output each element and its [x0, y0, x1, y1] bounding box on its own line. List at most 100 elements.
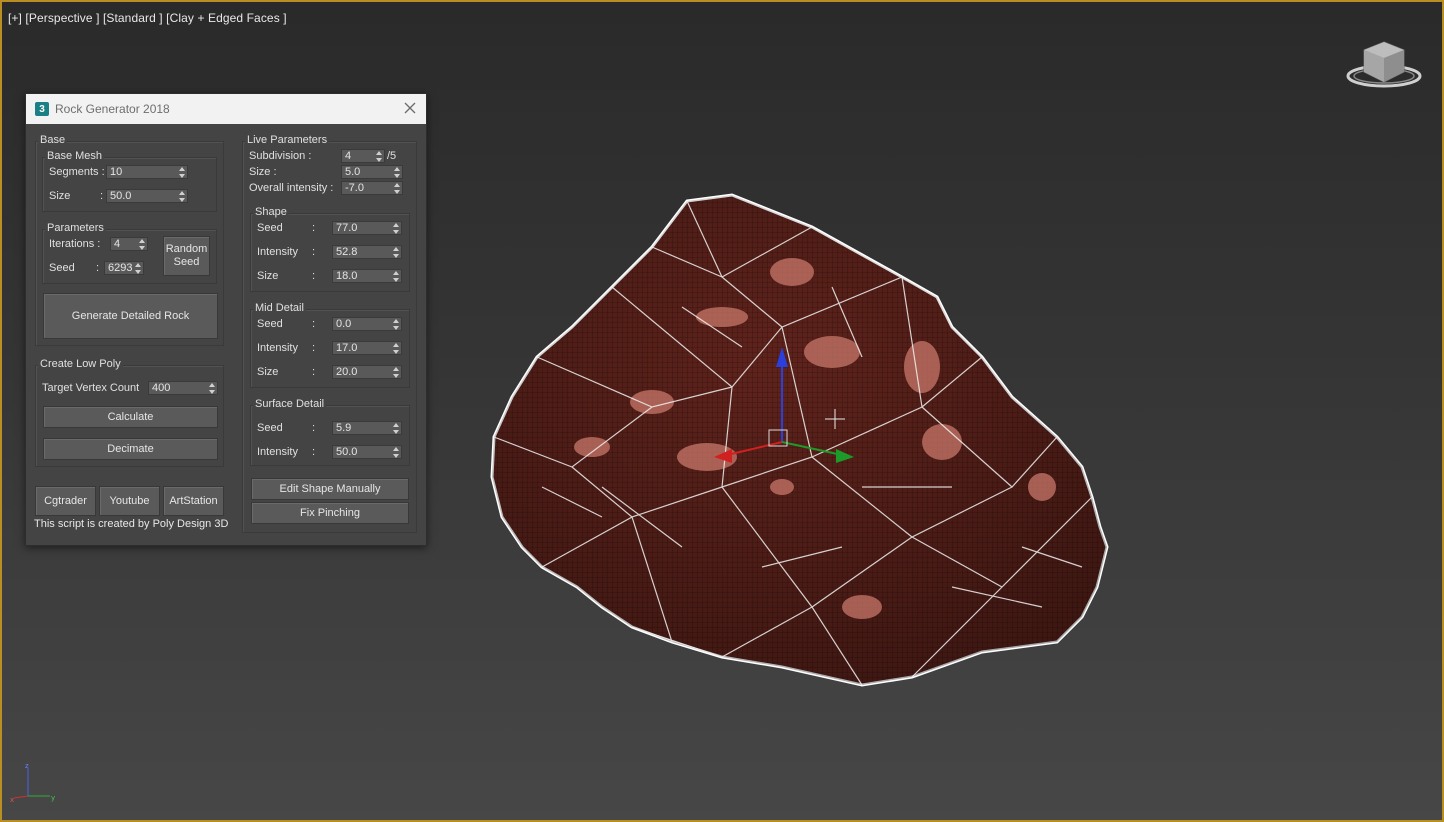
live-size-value: 5.0: [345, 166, 361, 178]
viewcube-icon[interactable]: [1342, 38, 1426, 96]
spinner-arrows-icon[interactable]: [393, 447, 399, 458]
base-size-spinner[interactable]: 50.0: [106, 189, 188, 203]
surface-seed-spinner[interactable]: 5.9: [332, 421, 402, 435]
dialog-titlebar[interactable]: 3 Rock Generator 2018: [26, 94, 426, 124]
mid-seed-spinner[interactable]: 0.0: [332, 317, 402, 331]
target-vertex-spinner[interactable]: 400: [148, 381, 218, 395]
seed-label: Seed: [49, 262, 75, 274]
svg-text:x: x: [10, 796, 14, 804]
overall-intensity-label: Overall intensity :: [249, 182, 334, 194]
shape-size-colon: :: [312, 270, 316, 282]
target-vertex-label: Target Vertex Count: [42, 382, 140, 394]
size-label: Size: [49, 190, 71, 202]
seed-colon: :: [96, 262, 100, 274]
dialog-title: Rock Generator 2018: [55, 102, 170, 116]
overall-intensity-value: -7.0: [345, 182, 364, 194]
live-size-label: Size :: [249, 166, 277, 178]
surface-detail-title: Surface Detail: [253, 398, 327, 410]
shape-intensity-colon: :: [312, 246, 316, 258]
base-mesh-title: Base Mesh: [45, 150, 105, 162]
mid-size-spinner[interactable]: 20.0: [332, 365, 402, 379]
mid-intensity-spinner[interactable]: 17.0: [332, 341, 402, 355]
fix-pinching-button[interactable]: Fix Pinching: [251, 502, 409, 524]
svg-text:y: y: [51, 794, 55, 802]
shape-seed-label: Seed: [257, 222, 283, 234]
spinner-arrows-icon[interactable]: [179, 191, 185, 202]
generate-detailed-rock-button[interactable]: Generate Detailed Rock: [43, 293, 218, 339]
shape-seed-spinner[interactable]: 77.0: [332, 221, 402, 235]
iterations-spinner[interactable]: 4: [110, 237, 148, 251]
spinner-arrows-icon[interactable]: [209, 383, 215, 394]
overall-intensity-spinner[interactable]: -7.0: [341, 181, 403, 195]
parameters-title: Parameters: [45, 222, 106, 234]
live-size-spinner[interactable]: 5.0: [341, 165, 403, 179]
rock-mesh[interactable]: [482, 187, 1122, 692]
base-seed-spinner[interactable]: 6293: [104, 261, 144, 275]
credit-text: This script is created by Poly Design 3D: [34, 518, 229, 530]
segments-label: Segments :: [49, 166, 105, 178]
spinner-arrows-icon[interactable]: [393, 223, 399, 234]
calculate-button[interactable]: Calculate: [43, 406, 218, 428]
subdivision-max: /5: [387, 150, 397, 162]
spinner-arrows-icon[interactable]: [393, 343, 399, 354]
subdivision-spinner[interactable]: 4: [341, 149, 385, 163]
shape-size-label: Size: [257, 270, 279, 282]
segments-value: 10: [110, 166, 123, 178]
live-parameters-title: Live Parameters: [245, 134, 330, 146]
mid-detail-title: Mid Detail: [253, 302, 306, 314]
shape-intensity-spinner[interactable]: 52.8: [332, 245, 402, 259]
spinner-arrows-icon[interactable]: [135, 263, 141, 274]
random-seed-button[interactable]: Random Seed: [163, 236, 210, 276]
mid-seed-colon: :: [312, 318, 316, 330]
spinner-arrows-icon[interactable]: [394, 167, 400, 178]
spinner-arrows-icon[interactable]: [376, 151, 382, 162]
base-group-title: Base: [38, 134, 68, 146]
decimate-button[interactable]: Decimate: [43, 438, 218, 460]
shape-intensity-label: Intensity: [257, 246, 298, 258]
low-poly-title: Create Low Poly: [38, 358, 123, 370]
spinner-arrows-icon[interactable]: [393, 423, 399, 434]
shape-intensity-value: 52.8: [336, 246, 358, 258]
app-logo-icon: 3: [35, 102, 49, 116]
spinner-arrows-icon[interactable]: [393, 319, 399, 330]
spinner-arrows-icon[interactable]: [393, 367, 399, 378]
surface-intensity-colon: :: [312, 446, 316, 458]
subdivision-value: 4: [345, 150, 352, 162]
random-seed-line1: Random: [165, 243, 208, 255]
spinner-arrows-icon[interactable]: [179, 167, 185, 178]
youtube-button[interactable]: Youtube: [99, 486, 160, 516]
edit-shape-manually-button[interactable]: Edit Shape Manually: [251, 478, 409, 500]
cgtrader-button[interactable]: Cgtrader: [35, 486, 96, 516]
mid-seed-label: Seed: [257, 318, 283, 330]
close-button[interactable]: [402, 100, 418, 116]
random-seed-line2: Seed: [173, 256, 200, 268]
segments-spinner[interactable]: 10: [106, 165, 188, 179]
mid-intensity-value: 17.0: [336, 342, 358, 354]
close-icon: [404, 102, 416, 114]
mid-size-label: Size: [257, 366, 279, 378]
mid-intensity-colon: :: [312, 342, 316, 354]
viewport-label[interactable]: [+] [Perspective ] [Standard ] [Clay + E…: [8, 11, 287, 25]
surface-seed-label: Seed: [257, 422, 283, 434]
base-size-value: 50.0: [110, 190, 132, 202]
subdivision-label: Subdivision :: [249, 150, 312, 162]
artstation-button[interactable]: ArtStation: [163, 486, 224, 516]
spinner-arrows-icon[interactable]: [393, 271, 399, 282]
spinner-arrows-icon[interactable]: [139, 239, 145, 250]
shape-seed-value: 77.0: [336, 222, 358, 234]
mid-size-value: 20.0: [336, 366, 358, 378]
shape-seed-colon: :: [312, 222, 316, 234]
rock-generator-dialog: 3 Rock Generator 2018 Base Base Mesh Seg…: [25, 93, 427, 546]
svg-text:z: z: [25, 762, 29, 770]
target-vertex-value: 400: [152, 382, 171, 394]
surface-intensity-spinner[interactable]: 50.0: [332, 445, 402, 459]
spinner-arrows-icon[interactable]: [394, 183, 400, 194]
surface-intensity-value: 50.0: [336, 446, 358, 458]
spinner-arrows-icon[interactable]: [393, 247, 399, 258]
surface-seed-colon: :: [312, 422, 316, 434]
iterations-label: Iterations :: [49, 238, 101, 250]
shape-size-spinner[interactable]: 18.0: [332, 269, 402, 283]
axis-tripod-icon: z x y: [10, 762, 55, 804]
base-seed-value: 6293: [108, 262, 133, 274]
surface-seed-value: 5.9: [336, 422, 352, 434]
